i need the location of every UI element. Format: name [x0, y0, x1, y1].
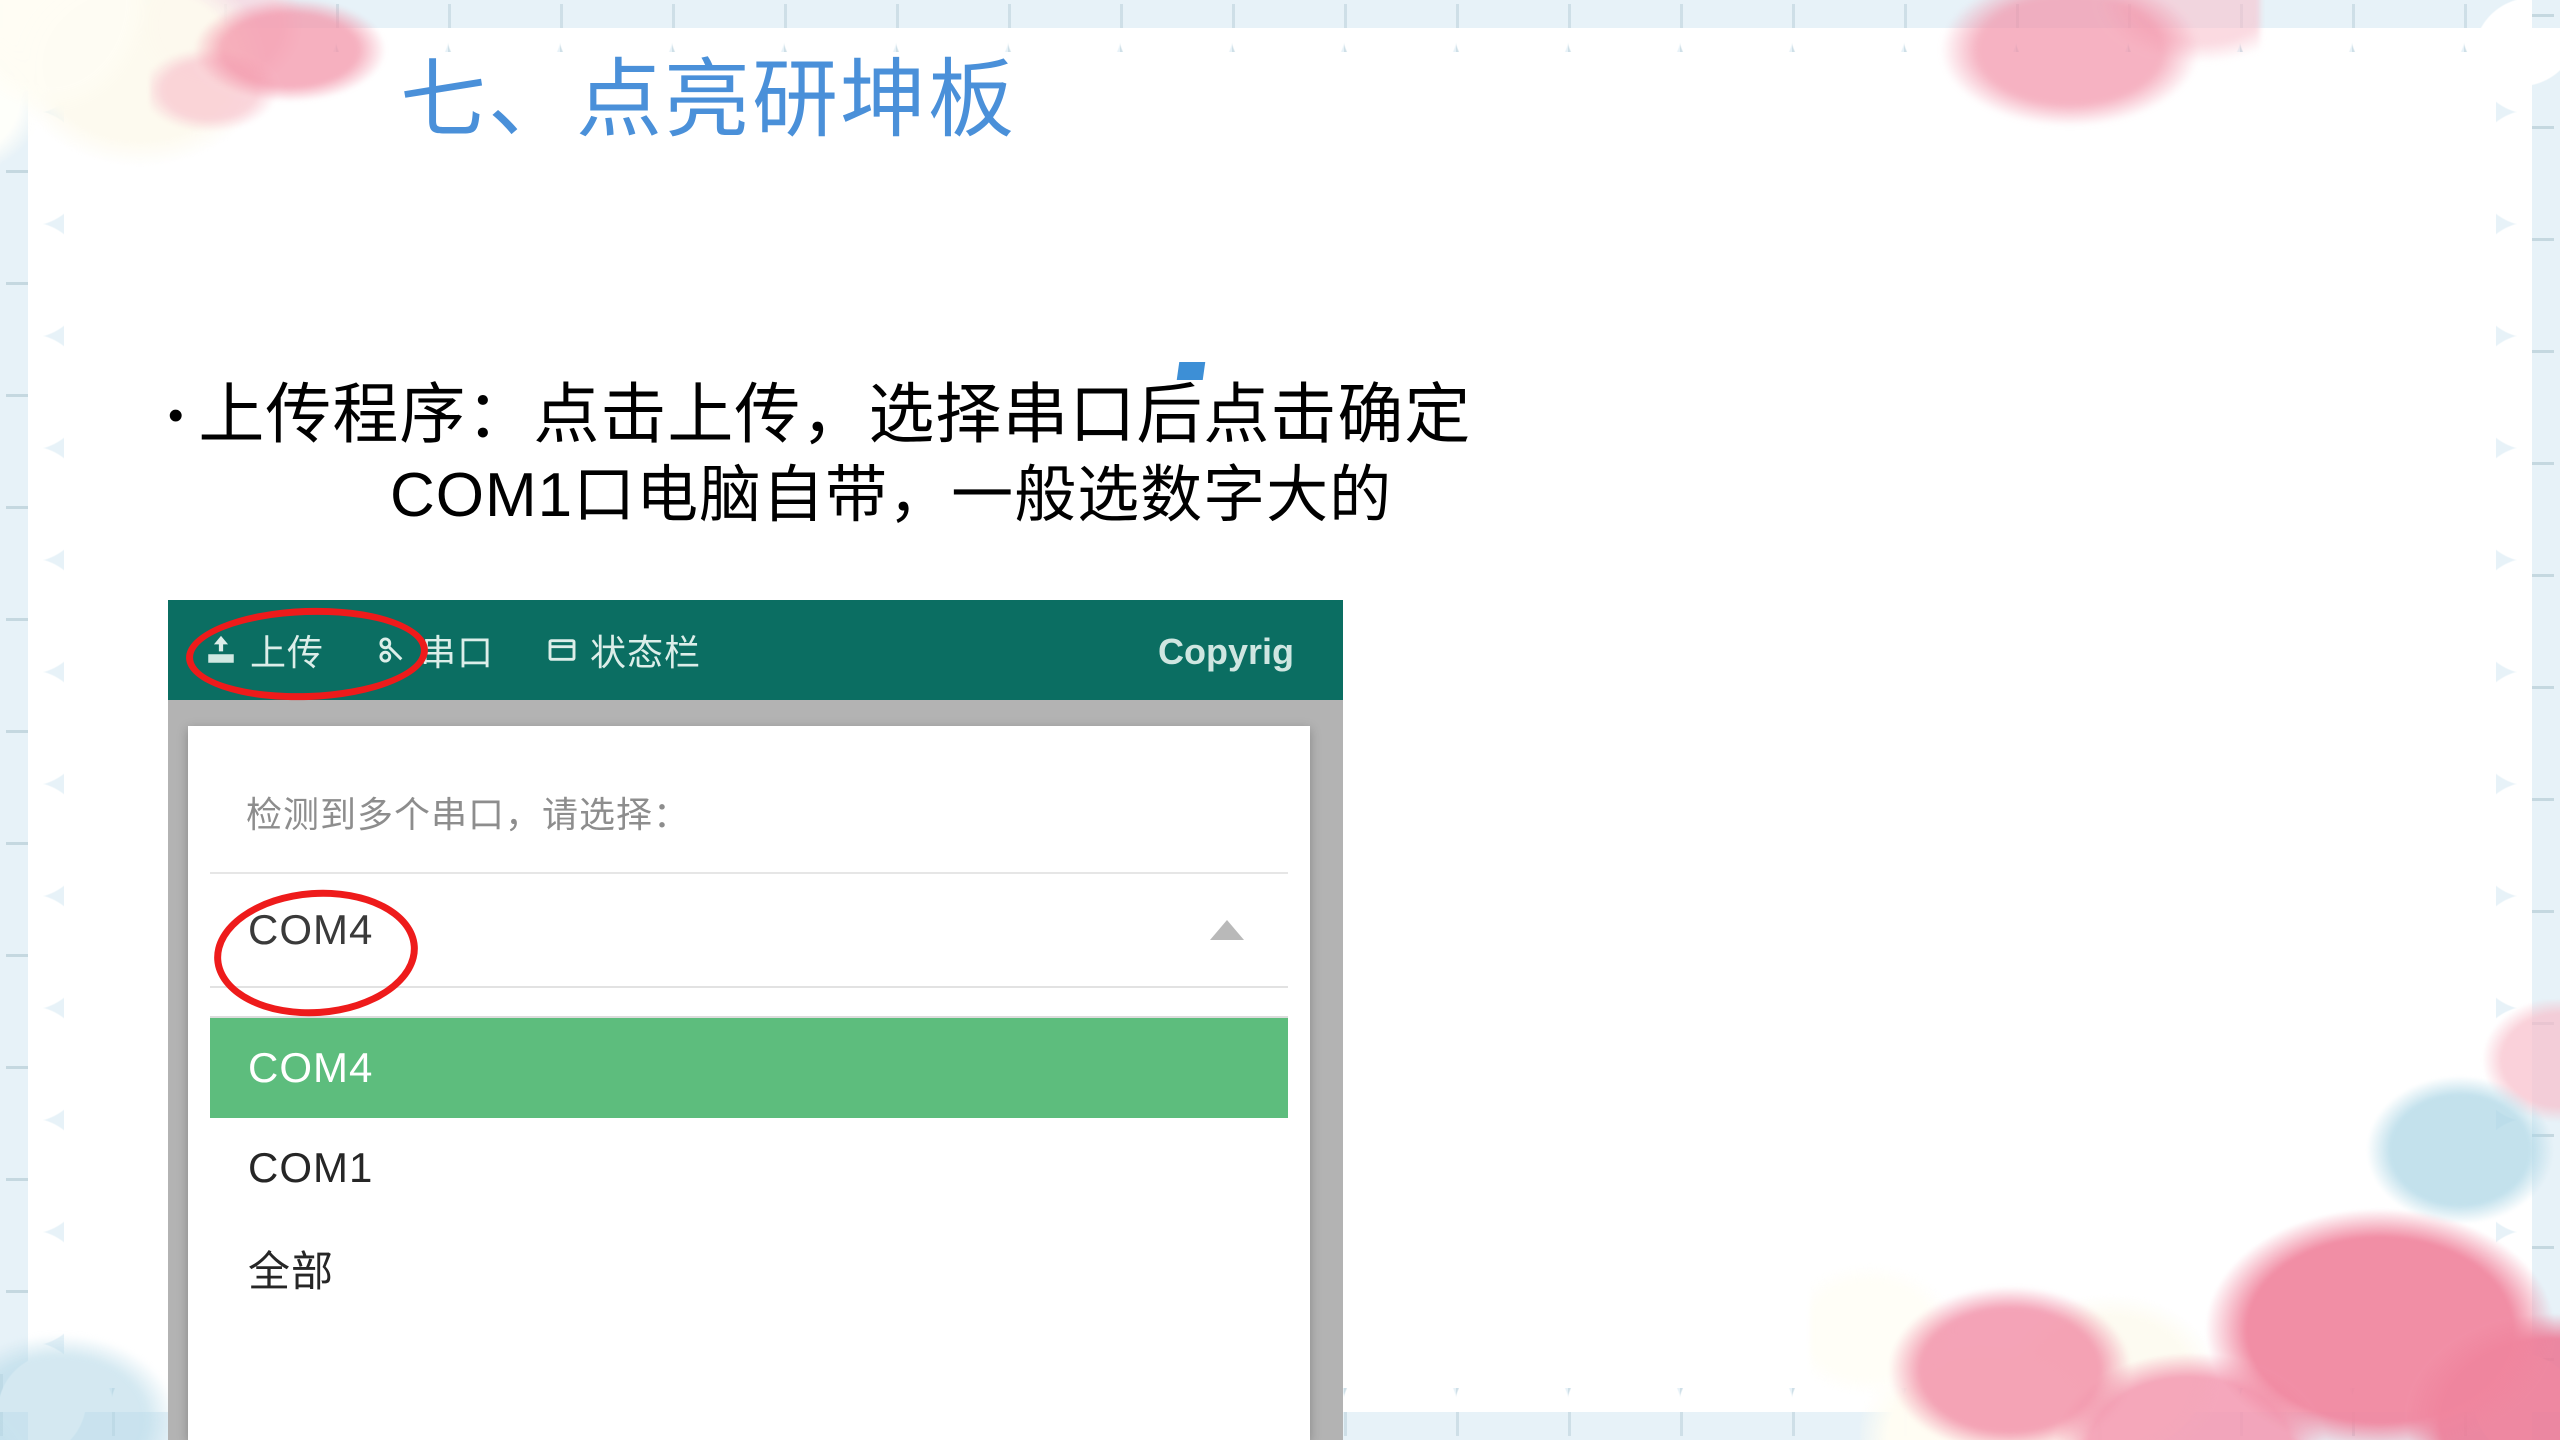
toolbar-item-upload[interactable]: 上传 — [168, 600, 350, 700]
window-icon — [546, 634, 578, 666]
toolbar-item-serial-port[interactable]: 串口 — [350, 600, 520, 700]
bullet-item-1: • 上传程序：点击上传，选择串口后点击确定 — [168, 372, 1471, 456]
bullet-marker-icon: • — [168, 391, 185, 440]
option-all[interactable]: 全部 — [210, 1218, 1288, 1318]
toolbar-item-serial-port-label: 串口 — [420, 632, 495, 673]
chevron-up-icon[interactable] — [1210, 920, 1244, 940]
bullet-item-1-text: 上传程序：点击上传，选择串口后点击确定 — [198, 377, 1472, 451]
toolbar-item-upload-label: 上传 — [250, 632, 325, 673]
serial-port-option-list[interactable]: COM4 COM1 全部 — [210, 1016, 1288, 1416]
upload-icon — [204, 633, 238, 667]
slide-content: 七、点亮研坤板 • 上传程序：点击上传，选择串口后点击确定 COM1口电脑自带，… — [0, 0, 2560, 1440]
bullet-list: • 上传程序：点击上传，选择串口后点击确定 COM1口电脑自带，一般选数字大的 — [168, 372, 1471, 537]
dialog-prompt-text: 检测到多个串口，请选择： — [246, 794, 691, 835]
serial-port-select[interactable]: COM4 — [210, 872, 1288, 988]
option-com4[interactable]: COM4 — [210, 1018, 1288, 1118]
toolbar-item-status-bar-label: 状态栏 — [590, 632, 702, 673]
embedded-app-screenshot: 上传 串口 状态栏 Copyrig 检测到多个串口，请选择： COM4 COM4… — [168, 600, 1343, 1440]
link-icon — [376, 634, 408, 666]
bullet-item-2-text: COM1口电脑自带，一般选数字大的 — [390, 461, 1393, 531]
app-toolbar: 上传 串口 状态栏 Copyrig — [168, 600, 1343, 700]
serial-port-select-value: COM4 — [248, 906, 374, 953]
toolbar-item-status-bar[interactable]: 状态栏 — [520, 600, 727, 700]
option-com1[interactable]: COM1 — [210, 1118, 1288, 1218]
serial-port-dialog: 检测到多个串口，请选择： COM4 COM4 COM1 全部 — [188, 726, 1310, 1440]
slide-title: 七、点亮研坤板 — [400, 52, 1016, 148]
toolbar-copyright-text: Copyrig — [1158, 631, 1295, 672]
